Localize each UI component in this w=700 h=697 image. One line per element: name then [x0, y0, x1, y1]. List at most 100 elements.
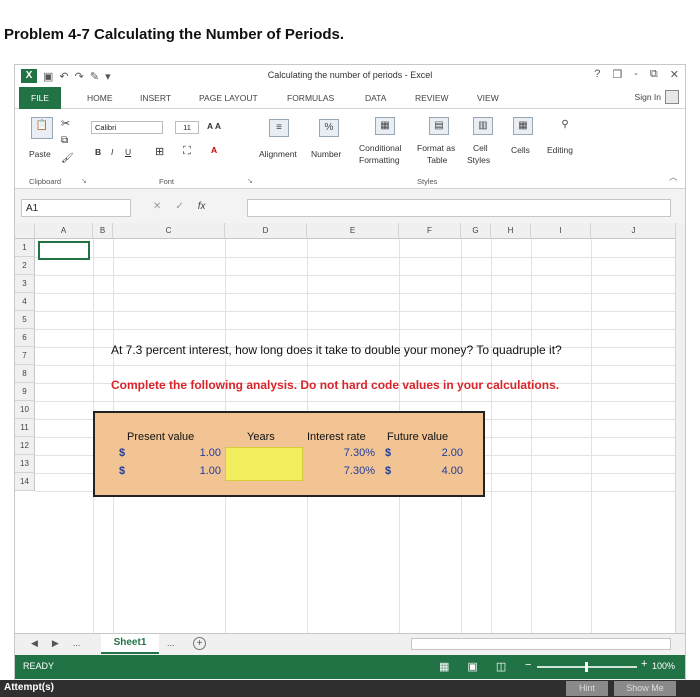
column-header-d[interactable]: D — [225, 223, 307, 239]
grow-shrink-font-button[interactable]: A A — [207, 121, 221, 131]
format-as-table-icon[interactable]: ▤ — [429, 117, 449, 135]
copy-icon[interactable]: ⧉ — [61, 135, 68, 146]
column-header-i[interactable]: I — [531, 223, 591, 239]
zoom-slider[interactable] — [537, 662, 637, 672]
underline-button[interactable]: U — [125, 147, 131, 157]
cells-button[interactable]: Cells — [511, 145, 530, 155]
sheet-more-right[interactable]: ... — [167, 638, 175, 648]
hint-button[interactable]: Hint — [566, 681, 608, 696]
name-box[interactable]: A1 — [21, 199, 131, 217]
bold-button[interactable]: B — [95, 147, 101, 157]
years-input-cells[interactable] — [225, 447, 303, 481]
normal-view-icon[interactable]: ▦ — [439, 660, 449, 673]
binoculars-icon[interactable]: ⚲ — [555, 117, 575, 135]
format-as-table-button[interactable]: Format as — [417, 143, 455, 153]
tab-insert[interactable]: INSERT — [140, 93, 171, 103]
tab-formulas[interactable]: FORMULAS — [287, 93, 334, 103]
tab-home[interactable]: HOME — [87, 93, 113, 103]
page-layout-view-icon[interactable]: ▣ — [467, 660, 477, 673]
row-header[interactable]: 2 — [15, 257, 35, 275]
row-header[interactable]: 14 — [15, 473, 35, 491]
column-header-c[interactable]: C — [113, 223, 225, 239]
conditional-formatting-button[interactable]: Conditional — [359, 143, 402, 153]
paste-icon[interactable]: 📋 — [31, 117, 53, 139]
cell-styles-label-2[interactable]: Styles — [467, 155, 490, 165]
sheet-tab-sheet1[interactable]: Sheet1 — [101, 634, 159, 654]
clipboard-launcher-icon[interactable]: ↘ — [81, 177, 87, 185]
present-value-cell[interactable]: 1.00 — [165, 465, 221, 477]
fill-color-icon[interactable]: ⛶ — [183, 145, 191, 158]
editing-button[interactable]: Editing — [547, 145, 573, 155]
present-value-cell[interactable]: 1.00 — [165, 447, 221, 459]
column-header-g[interactable]: G — [461, 223, 491, 239]
row-header[interactable]: 5 — [15, 311, 35, 329]
interest-rate-cell[interactable]: 7.30% — [315, 465, 375, 477]
cells-icon[interactable]: ▦ — [513, 117, 533, 135]
tab-file[interactable]: FILE — [19, 87, 61, 109]
borders-icon[interactable]: ⊞ — [155, 145, 164, 158]
number-button[interactable]: Number — [311, 149, 341, 159]
zoom-in-icon[interactable]: + — [641, 658, 647, 670]
cell-styles-button[interactable]: Cell — [473, 143, 488, 153]
tab-data[interactable]: DATA — [365, 93, 386, 103]
row-header[interactable]: 6 — [15, 329, 35, 347]
show-me-button[interactable]: Show Me — [614, 681, 676, 696]
row-header[interactable]: 13 — [15, 455, 35, 473]
add-sheet-button[interactable]: + — [193, 637, 206, 650]
row-header[interactable]: 3 — [15, 275, 35, 293]
alignment-icon[interactable]: ≡ — [269, 119, 289, 137]
zoom-out-icon[interactable]: − — [525, 659, 531, 671]
font-name-select[interactable]: Calibri — [91, 121, 163, 134]
tab-page-layout[interactable]: PAGE LAYOUT — [199, 93, 258, 103]
future-value-cell[interactable]: 2.00 — [405, 447, 463, 459]
maximize-icon[interactable]: ⧉ — [650, 68, 658, 81]
horizontal-scrollbar[interactable] — [411, 638, 671, 650]
cell-styles-icon[interactable]: ▥ — [473, 117, 493, 135]
row-header[interactable]: 1 — [15, 239, 35, 257]
cancel-icon[interactable]: ✕ — [153, 201, 161, 212]
enter-icon[interactable]: ✓ — [175, 201, 183, 212]
row-header[interactable]: 4 — [15, 293, 35, 311]
worksheet-grid[interactable]: A B C D E F G H I J 1 2 3 4 5 6 7 8 9 10… — [15, 223, 685, 633]
column-header-j[interactable]: J — [591, 223, 677, 239]
row-header[interactable]: 10 — [15, 401, 35, 419]
row-header[interactable]: 9 — [15, 383, 35, 401]
tab-view[interactable]: VIEW — [477, 93, 499, 103]
tab-review[interactable]: REVIEW — [415, 93, 449, 103]
row-header[interactable]: 11 — [15, 419, 35, 437]
row-header[interactable]: 8 — [15, 365, 35, 383]
prev-sheet-icon[interactable]: ◀ — [31, 638, 38, 649]
column-header-a[interactable]: A — [35, 223, 93, 239]
italic-button[interactable]: I — [111, 147, 113, 157]
conditional-formatting-label-2[interactable]: Formatting — [359, 155, 400, 165]
select-all-corner[interactable] — [15, 223, 35, 239]
column-header-b[interactable]: B — [93, 223, 113, 239]
column-header-e[interactable]: E — [307, 223, 399, 239]
format-painter-icon[interactable]: 🖌 — [61, 153, 74, 164]
insert-function-button[interactable]: fx — [198, 201, 206, 212]
font-launcher-icon[interactable]: ↘ — [247, 177, 253, 185]
zoom-thumb[interactable] — [585, 662, 588, 672]
sheet-more-left[interactable]: ... — [73, 638, 81, 649]
row-header[interactable]: 7 — [15, 347, 35, 365]
font-color-button[interactable]: A — [211, 145, 217, 155]
future-value-cell[interactable]: 4.00 — [405, 465, 463, 477]
percent-icon[interactable]: % — [319, 119, 339, 137]
page-break-view-icon[interactable]: ◫ — [496, 660, 506, 673]
next-sheet-icon[interactable]: ▶ — [52, 638, 59, 649]
format-as-table-label-2[interactable]: Table — [427, 155, 447, 165]
column-header-f[interactable]: F — [399, 223, 461, 239]
conditional-formatting-icon[interactable]: ▦ — [375, 117, 395, 135]
sign-in-link[interactable]: Sign In — [635, 92, 661, 102]
close-button[interactable]: ✕ — [670, 68, 679, 81]
interest-rate-cell[interactable]: 7.30% — [315, 447, 375, 459]
row-header[interactable]: 12 — [15, 437, 35, 455]
vertical-scrollbar[interactable] — [675, 223, 685, 633]
column-header-h[interactable]: H — [491, 223, 531, 239]
formula-input[interactable] — [247, 199, 671, 217]
help-button[interactable]: ? — [594, 68, 600, 81]
ribbon-display-button[interactable]: ❐ — [612, 68, 622, 81]
paste-button[interactable]: Paste — [29, 149, 51, 159]
cut-icon[interactable]: ✂ — [61, 117, 70, 130]
avatar[interactable] — [665, 90, 679, 104]
